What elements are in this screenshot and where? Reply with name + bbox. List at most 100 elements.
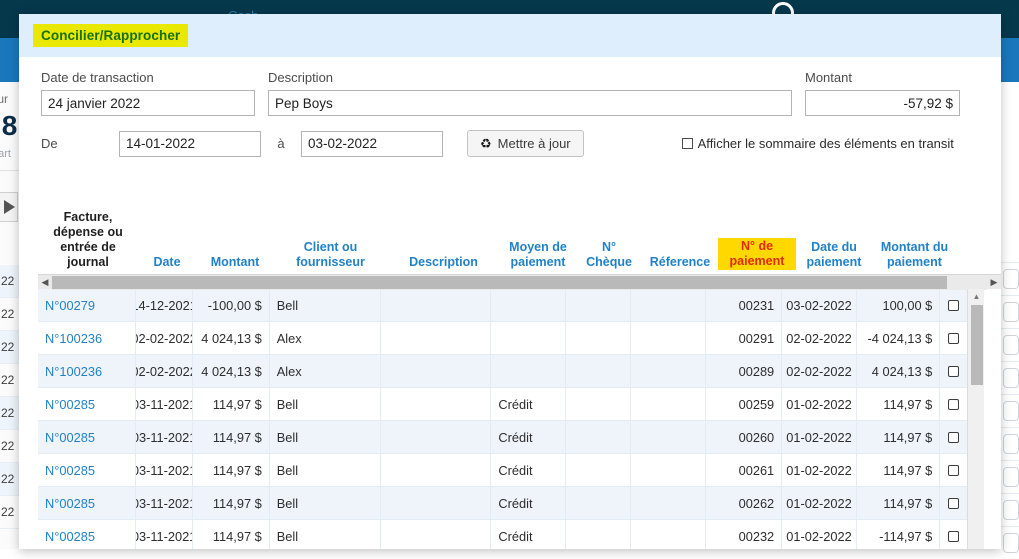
cell-invoice: N°00285	[38, 388, 136, 421]
cell-payment-number: 00260	[706, 421, 783, 454]
vscroll-thumb[interactable]	[971, 305, 983, 385]
cell-payment-date: 02-02-2022	[782, 322, 857, 355]
cell-reference	[631, 454, 706, 487]
app-right-row-list	[999, 262, 1019, 559]
row-select-cell[interactable]	[940, 487, 967, 520]
cell-reference	[631, 388, 706, 421]
cell-amount: 114,97 $	[193, 454, 270, 487]
hscroll-thumb[interactable]	[52, 276, 947, 289]
cell-invoice: N°100236	[38, 322, 136, 355]
cell-date: 03-11-2021	[136, 388, 193, 421]
cell-payment-date: 01-02-2022	[782, 388, 857, 421]
up-arrow-icon[interactable]: ▲	[968, 289, 985, 303]
cell-check-number	[566, 487, 631, 520]
cell-invoice: N°00285	[38, 520, 136, 550]
column-header-payment-number[interactable]: N° de paiement	[718, 238, 796, 270]
form-row-date-range: De à ♻ Mettre à jour Afficher le sommair…	[41, 116, 979, 157]
column-header-payment-date[interactable]: Date du paiement	[796, 240, 872, 270]
table-row[interactable]: N°0028503-11-2021114,97 $BellCrédit00232…	[38, 520, 967, 549]
cell-reference	[631, 421, 706, 454]
cell-payment-amount: 100,00 $	[857, 289, 940, 322]
cell-payment-amount: 114,97 $	[857, 487, 940, 520]
column-header-date[interactable]: Date	[138, 255, 196, 270]
table-row[interactable]: N°0028503-11-2021114,97 $BellCrédit00259…	[38, 388, 967, 421]
row-select-cell[interactable]	[940, 421, 967, 454]
cell-description	[381, 520, 492, 550]
row-checkbox[interactable]	[948, 399, 959, 410]
chip	[1003, 467, 1019, 487]
cell-client: Bell	[270, 487, 381, 520]
row-checkbox[interactable]	[948, 432, 959, 443]
row-checkbox[interactable]	[948, 498, 959, 509]
cell-description	[381, 355, 492, 388]
cell-description	[381, 421, 492, 454]
cell-invoice: N°00279	[38, 289, 136, 322]
right-arrow-icon	[4, 200, 15, 214]
cell-description	[381, 388, 492, 421]
table-row[interactable]: N°10023602-02-20224 024,13 $Alex0028902-…	[38, 355, 967, 388]
transit-summary-checkbox[interactable]: Afficher le sommaire des éléments en tra…	[682, 136, 954, 151]
table-row[interactable]: N°10023602-02-20224 024,13 $Alex0029102-…	[38, 322, 967, 355]
from-date-input[interactable]	[119, 131, 261, 157]
list-item	[999, 526, 1019, 559]
modal-title: Concilier/Rapprocher	[33, 24, 188, 47]
left-arrow-icon[interactable]: ◀	[38, 275, 52, 290]
column-header-check-number[interactable]: N° Chèque	[576, 240, 642, 270]
list-item	[999, 262, 1019, 295]
column-header-payment-method[interactable]: Moyen de paiement	[500, 240, 576, 270]
table-row[interactable]: N°0028503-11-2021114,97 $BellCrédit00260…	[38, 421, 967, 454]
update-button-label: Mettre à jour	[498, 136, 571, 151]
column-header-reference[interactable]: Réference	[642, 255, 718, 270]
chip	[1003, 500, 1019, 520]
cell-client: Alex	[270, 355, 381, 388]
cell-invoice: N°00285	[38, 421, 136, 454]
column-header-description[interactable]: Description	[387, 255, 500, 270]
cell-client: Bell	[270, 454, 381, 487]
cell-check-number	[566, 289, 631, 322]
cell-payment-method: Crédit	[491, 520, 566, 550]
row-select-cell[interactable]	[940, 289, 967, 322]
row-select-cell[interactable]	[940, 454, 967, 487]
table-row[interactable]: N°0027914-12-2021-100,00 $Bell0023103-02…	[38, 289, 967, 322]
row-checkbox[interactable]	[948, 531, 959, 542]
cell-description	[381, 454, 492, 487]
column-header-invoice[interactable]: Facture, dépense ou entrée de journal	[38, 210, 138, 270]
transaction-date-input[interactable]	[41, 90, 255, 116]
cell-payment-date: 01-02-2022	[782, 520, 857, 550]
row-checkbox[interactable]	[948, 465, 959, 476]
cell-date: 03-11-2021	[136, 454, 193, 487]
row-checkbox[interactable]	[948, 333, 959, 344]
grid-vertical-scrollbar[interactable]: ▲	[967, 289, 984, 549]
row-select-cell[interactable]	[940, 520, 967, 550]
table-row[interactable]: N°0028503-11-2021114,97 $BellCrédit00262…	[38, 487, 967, 520]
column-header-client[interactable]: Client ou fournisseur	[274, 240, 387, 270]
row-checkbox[interactable]	[948, 300, 959, 311]
row-select-cell[interactable]	[940, 322, 967, 355]
cell-amount: 4 024,13 $	[193, 322, 270, 355]
cell-invoice: N°100236	[38, 355, 136, 388]
row-select-cell[interactable]	[940, 388, 967, 421]
grid-body-wrap: N°0027914-12-2021-100,00 $Bell0023103-02…	[38, 289, 1001, 549]
cell-payment-date: 01-02-2022	[782, 487, 857, 520]
cell-payment-number: 00291	[706, 322, 783, 355]
column-header-amount[interactable]: Montant	[196, 255, 274, 270]
table-row[interactable]: N°0028503-11-2021114,97 $BellCrédit00261…	[38, 454, 967, 487]
amount-input[interactable]	[805, 90, 960, 116]
grid-horizontal-scrollbar[interactable]: ◀ ▶	[38, 274, 1001, 289]
list-item	[999, 493, 1019, 526]
grid-header-row: Facture, dépense ou entrée de journal Da…	[38, 184, 1001, 274]
cell-amount: 114,97 $	[193, 421, 270, 454]
column-header-payment-amount[interactable]: Montant du paiement	[872, 240, 957, 270]
app-left-amount: ,8	[0, 110, 17, 142]
cell-payment-number: 00232	[706, 520, 783, 550]
column-header-payment-number-wrap: N° de paiement	[718, 238, 796, 270]
hscroll-track[interactable]	[52, 275, 987, 290]
cell-payment-method: Crédit	[491, 421, 566, 454]
row-checkbox[interactable]	[948, 366, 959, 377]
update-button[interactable]: ♻ Mettre à jour	[467, 130, 584, 157]
right-arrow-icon[interactable]: ▶	[987, 275, 1001, 290]
chip	[1003, 533, 1019, 553]
row-select-cell[interactable]	[940, 355, 967, 388]
to-date-input[interactable]	[301, 131, 443, 157]
description-input[interactable]	[268, 90, 792, 116]
